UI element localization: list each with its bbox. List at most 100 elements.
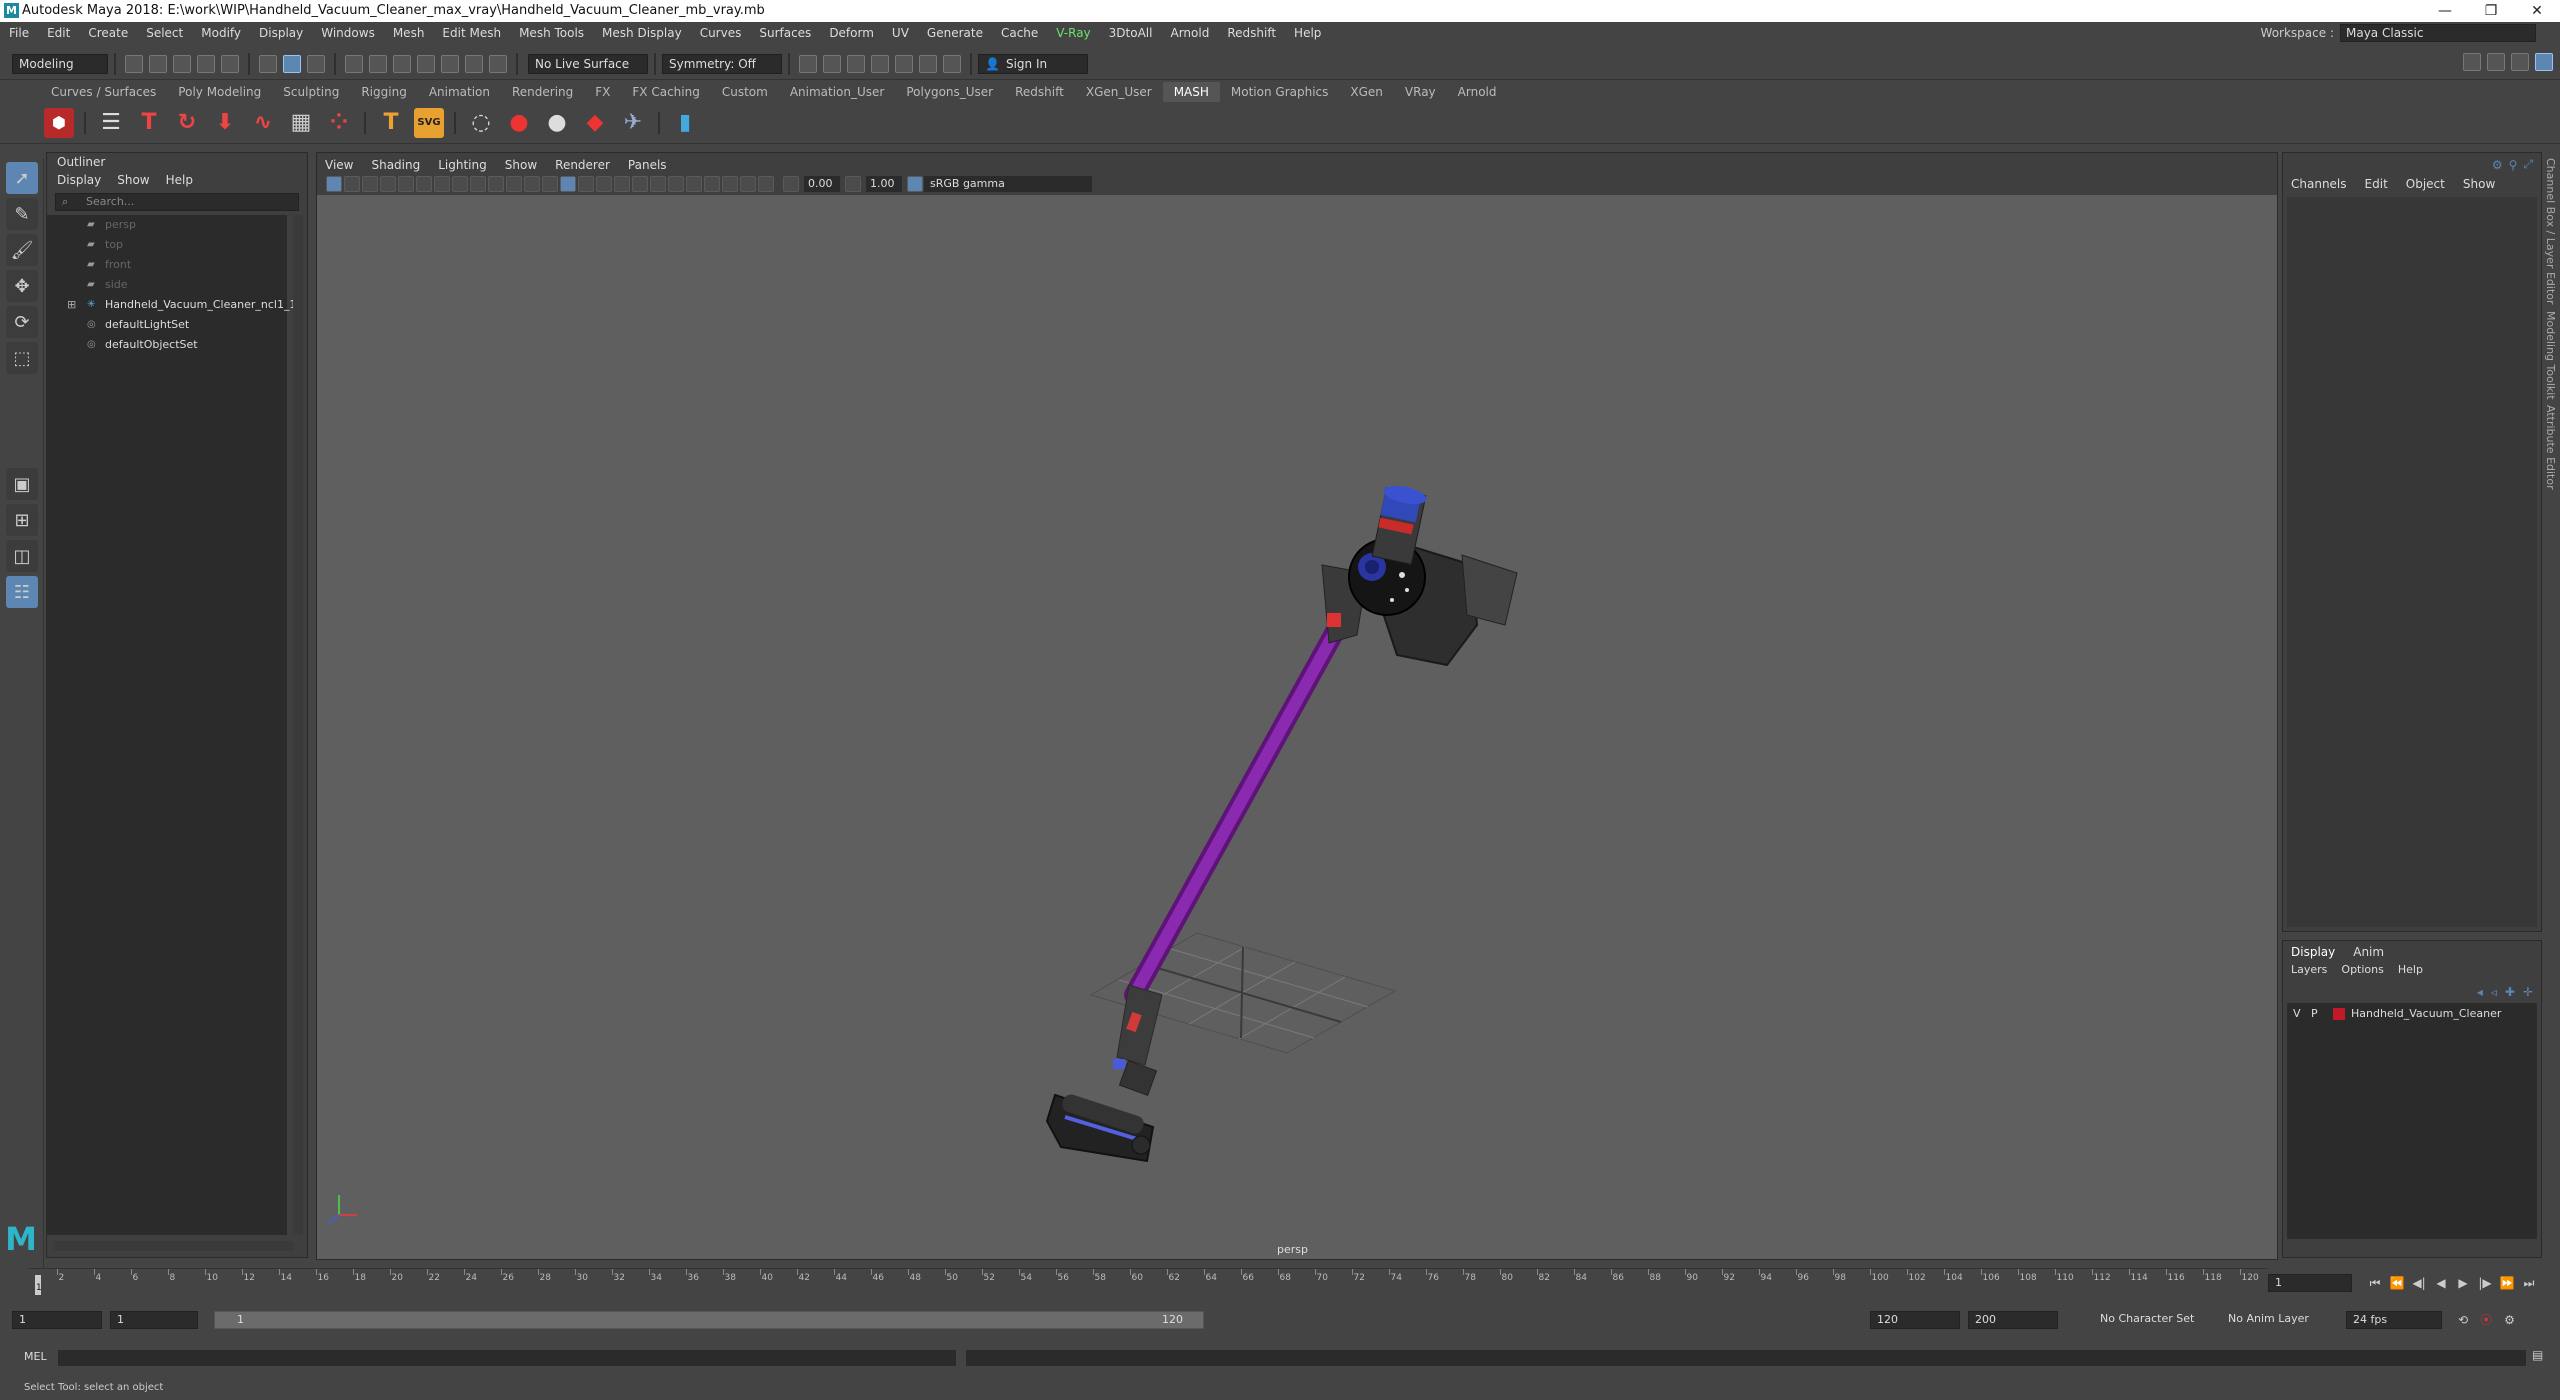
shelf-tab-arnold[interactable]: Arnold <box>1447 82 1508 102</box>
render-setup-icon[interactable] <box>919 54 937 73</box>
menu-edit[interactable]: Edit <box>38 22 79 44</box>
fps-dropdown[interactable]: 24 fps <box>2346 1311 2442 1329</box>
outliner-item[interactable]: ▰ persp <box>47 215 287 235</box>
minimize-button[interactable]: — <box>2422 0 2468 22</box>
snap-pivot-icon[interactable] <box>489 54 507 73</box>
current-frame-field[interactable]: 1 <box>2268 1274 2352 1292</box>
two-pane-icon[interactable]: ◫ <box>6 540 38 572</box>
shelf-tab-rigging[interactable]: Rigging <box>350 82 417 102</box>
render-view-icon[interactable] <box>799 54 817 73</box>
symmetry-dropdown[interactable]: Symmetry: Off <box>662 53 782 74</box>
viewport-menu-lighting[interactable]: Lighting <box>438 158 487 172</box>
step-back-frame-icon[interactable]: ◀| <box>2411 1275 2427 1291</box>
menu-modify[interactable]: Modify <box>192 22 250 44</box>
time-slider[interactable]: 1 2 4 6 8 10 12 14 16 18 20 22 24 26 28 30 32 34 36 38 40 42 4… <box>28 1268 2268 1296</box>
channel-box-expand-icon[interactable]: ⤢ <box>2523 157 2533 172</box>
menu-redshift[interactable]: Redshift <box>1218 22 1285 44</box>
menu-windows[interactable]: Windows <box>312 22 384 44</box>
svg-tool-icon[interactable]: SVG <box>414 107 444 138</box>
mash-flight-icon[interactable]: ✈ <box>618 108 648 138</box>
gamma-field[interactable]: 1.00 <box>866 176 902 192</box>
shelf-tab-curves-surfaces[interactable]: Curves / Surfaces <box>40 82 167 102</box>
redo-icon[interactable] <box>221 54 239 73</box>
layer-menu-help[interactable]: Help <box>2398 963 2423 976</box>
channel-box-pin-icon[interactable]: ⚲ <box>2509 158 2518 172</box>
mash-bullet-icon[interactable]: ● <box>542 108 572 138</box>
isolate-select-icon[interactable] <box>704 176 720 192</box>
shelf-tab-polygons-user[interactable]: Polygons_User <box>895 82 1004 102</box>
gamma-icon[interactable] <box>845 176 861 192</box>
mash-text-icon[interactable]: T <box>134 108 164 138</box>
layer-color-swatch[interactable] <box>2333 1008 2345 1020</box>
snap-grid-icon[interactable] <box>345 54 363 73</box>
shelf-tab-fx-caching[interactable]: FX Caching <box>621 82 710 102</box>
shelf-tab-poly-modeling[interactable]: Poly Modeling <box>167 82 272 102</box>
channel-box-options-icon[interactable]: ⚙ <box>2492 158 2503 172</box>
mash-curve-icon[interactable]: ↻ <box>172 108 202 138</box>
exposure-icon[interactable] <box>783 176 799 192</box>
playback-range-bar[interactable]: 1 120 <box>214 1311 1204 1329</box>
anti-aliasing-icon[interactable] <box>668 176 684 192</box>
grid-icon[interactable] <box>416 176 432 192</box>
open-scene-icon[interactable] <box>149 54 167 73</box>
shadows-icon[interactable] <box>614 176 630 192</box>
menu-3dtoall[interactable]: 3DtoAll <box>1100 22 1162 44</box>
viewport-menu-renderer[interactable]: Renderer <box>555 158 610 172</box>
outliner-item[interactable]: ▰ front <box>47 255 287 275</box>
bookmark-icon[interactable] <box>344 176 360 192</box>
resolution-gate-icon[interactable] <box>452 176 468 192</box>
select-tool-icon[interactable]: ➚ <box>6 162 38 194</box>
anim-start-field[interactable]: 1 <box>110 1311 198 1329</box>
character-set-dropdown[interactable]: No Character Set <box>2094 1311 2214 1329</box>
mash-loop-icon[interactable]: ◌ <box>466 108 496 138</box>
menu-generate[interactable]: Generate <box>918 22 992 44</box>
hypershade-icon[interactable] <box>895 54 913 73</box>
viewport-menu-view[interactable]: View <box>325 158 353 172</box>
view-transform-dropdown[interactable]: sRGB gamma <box>924 176 1092 192</box>
shelf-tab-animation-user[interactable]: Animation_User <box>779 82 896 102</box>
menu-v-ray[interactable]: V-Ray <box>1047 22 1099 44</box>
gate-mask-icon[interactable] <box>470 176 486 192</box>
loop-icon[interactable]: ⟲ <box>2458 1313 2468 1327</box>
mash-repro-icon[interactable]: ▮ <box>670 108 700 138</box>
motion-blur-icon[interactable] <box>650 176 666 192</box>
mash-drop-icon[interactable]: ⬇ <box>210 108 240 138</box>
end-time-field[interactable]: 120 <box>1870 1311 1960 1329</box>
channel-box-menu-edit[interactable]: Edit <box>2365 177 2388 191</box>
mash-sphere-icon[interactable]: ● <box>504 108 534 138</box>
step-back-key-icon[interactable]: ⏪ <box>2389 1275 2405 1291</box>
side-tab-modeling-toolkit[interactable]: Modeling Toolkit <box>2544 311 2557 400</box>
tool-settings-icon[interactable] <box>2511 53 2529 71</box>
attribute-editor-icon[interactable] <box>2487 53 2505 71</box>
mel-label[interactable]: MEL <box>24 1350 47 1363</box>
snap-vertex-icon[interactable] <box>465 54 483 73</box>
menu-edit-mesh[interactable]: Edit Mesh <box>433 22 510 44</box>
render-frame-icon[interactable] <box>823 54 841 73</box>
side-tab-channel-box-layer-editor[interactable]: Channel Box / Layer Editor <box>2544 158 2557 305</box>
layer-row[interactable]: V P Handheld_Vacuum_Cleaner <box>2287 1003 2537 1025</box>
menu-cache[interactable]: Cache <box>992 22 1047 44</box>
menu-mesh-display[interactable]: Mesh Display <box>593 22 691 44</box>
depth-of-field-icon[interactable] <box>686 176 702 192</box>
menu-uv[interactable]: UV <box>883 22 918 44</box>
auto-key-icon[interactable]: ⦿ <box>2480 1311 2492 1328</box>
layer-menu-options[interactable]: Options <box>2341 963 2383 976</box>
render-settings-icon[interactable] <box>871 54 889 73</box>
viewport-menu-shading[interactable]: Shading <box>371 158 420 172</box>
menu-help[interactable]: Help <box>1285 22 1330 44</box>
channel-box-icon[interactable] <box>2535 53 2553 71</box>
menu-select[interactable]: Select <box>137 22 192 44</box>
new-layer-icon[interactable]: ✚ <box>2505 985 2515 999</box>
lights-icon[interactable] <box>596 176 612 192</box>
paint-select-tool-icon[interactable]: 🖌 <box>6 234 38 266</box>
live-surface-dropdown[interactable]: No Live Surface <box>528 53 648 74</box>
snap-curve-icon[interactable] <box>369 54 387 73</box>
single-pane-icon[interactable]: ▣ <box>6 468 38 500</box>
shelf-tab-animation[interactable]: Animation <box>418 82 501 102</box>
menu-display[interactable]: Display <box>250 22 312 44</box>
mash-wave-icon[interactable]: ∿ <box>248 108 278 138</box>
textured-icon[interactable] <box>578 176 594 192</box>
menu-arnold[interactable]: Arnold <box>1161 22 1218 44</box>
channel-box-menu-channels[interactable]: Channels <box>2291 177 2347 191</box>
film-gate-icon[interactable] <box>434 176 450 192</box>
